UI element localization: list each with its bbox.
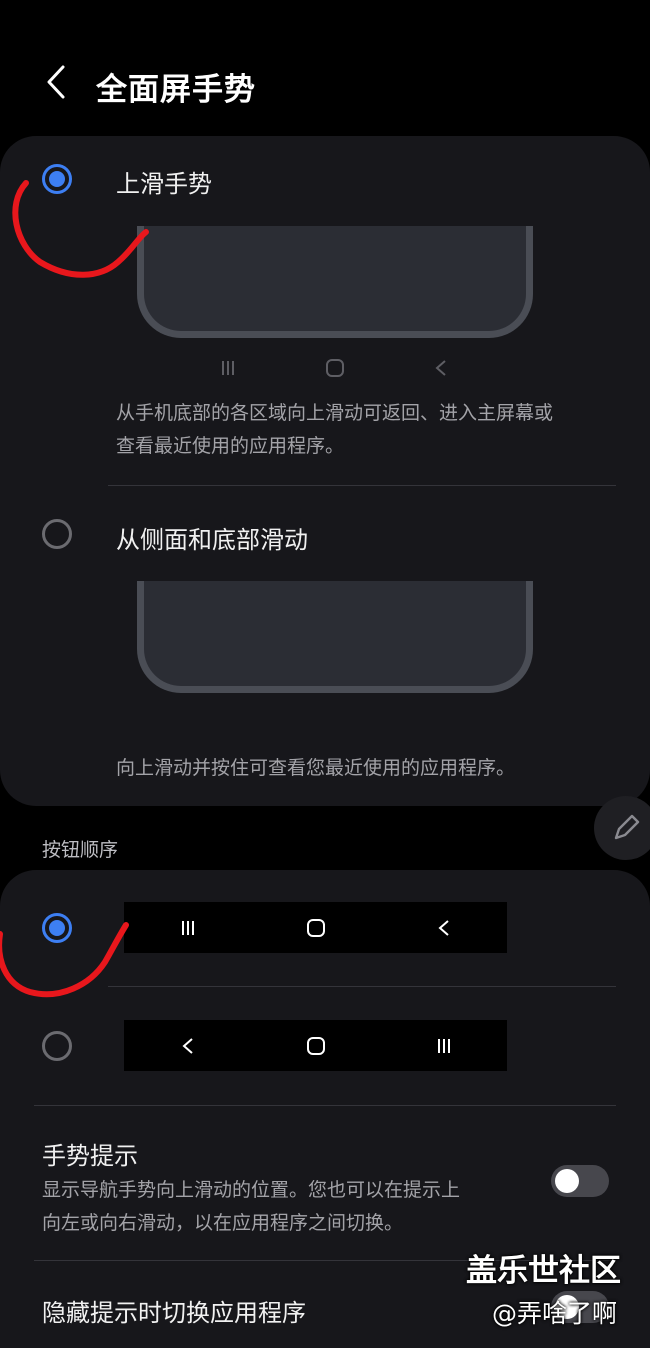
watermark-handle: @弄啥了啊	[492, 1299, 618, 1328]
red-annotation-scribble	[0, 180, 149, 998]
watermark-title: 盖乐世社区	[466, 1253, 621, 1289]
